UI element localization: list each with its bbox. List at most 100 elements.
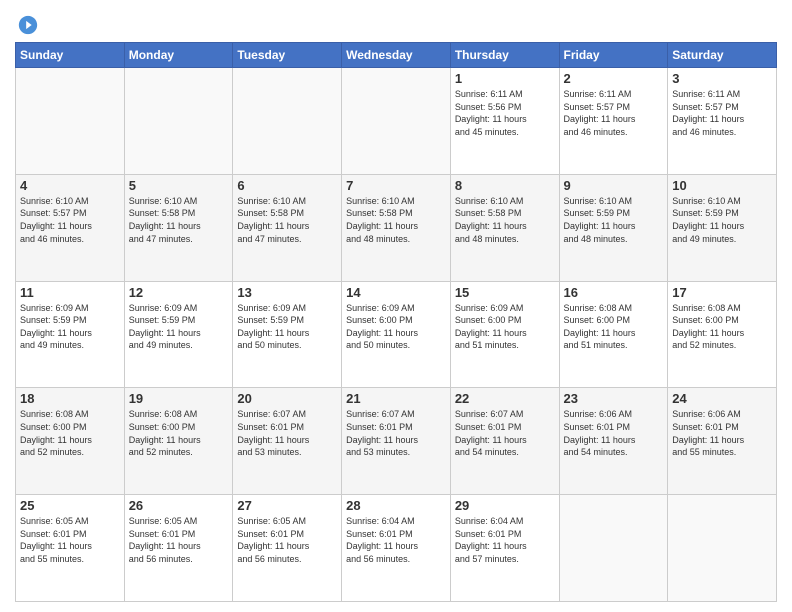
calendar-cell: 28Sunrise: 6:04 AMSunset: 6:01 PMDayligh…: [342, 495, 451, 602]
calendar-cell: 11 Sunrise: 6:09 AMSunset: 5:59 PMDayligh…: [16, 281, 125, 388]
day-number: 16: [564, 285, 664, 300]
day-number: 27: [237, 498, 337, 513]
day-number: 15: [455, 285, 555, 300]
calendar-cell: 26 Sunrise: 6:05 AMSunset: 6:01 PMDayligh…: [124, 495, 233, 602]
day-number: 8: [455, 178, 555, 193]
day-number: 23: [564, 391, 664, 406]
calendar-cell: 13 Sunrise: 6:09 AMSunset: 5:59 PMDayligh…: [233, 281, 342, 388]
day-info: Sunrise: 6:10 AMSunset: 5:58 PMDaylight:…: [129, 195, 229, 245]
calendar-cell: 8 Sunrise: 6:10 AMSunset: 5:58 PMDaylight…: [450, 174, 559, 281]
page: SundayMondayTuesdayWednesdayThursdayFrid…: [0, 0, 792, 612]
day-number: 10: [672, 178, 772, 193]
day-number: 13: [237, 285, 337, 300]
calendar-cell: [559, 495, 668, 602]
day-info: Sunrise: 6:11 AMSunset: 5:57 PMDaylight:…: [672, 88, 772, 138]
calendar-cell: [124, 68, 233, 175]
day-number: 1: [455, 71, 555, 86]
calendar-cell: 15 Sunrise: 6:09 AMSunset: 6:00 PMDayligh…: [450, 281, 559, 388]
calendar-cell: 3 Sunrise: 6:11 AMSunset: 5:57 PMDaylight…: [668, 68, 777, 175]
calendar-cell: 12 Sunrise: 6:09 AMSunset: 5:59 PMDayligh…: [124, 281, 233, 388]
week-row: 11 Sunrise: 6:09 AMSunset: 5:59 PMDayligh…: [16, 281, 777, 388]
day-number: 6: [237, 178, 337, 193]
day-header-monday: Monday: [124, 43, 233, 68]
day-info: Sunrise: 6:10 AMSunset: 5:58 PMDaylight:…: [237, 195, 337, 245]
day-info: Sunrise: 6:06 AMSunset: 6:01 PMDaylight:…: [564, 408, 664, 458]
calendar-cell: [668, 495, 777, 602]
day-number: 14: [346, 285, 446, 300]
day-info: Sunrise: 6:05 AMSunset: 6:01 PMDaylight:…: [129, 515, 229, 565]
calendar-cell: 16Sunrise: 6:08 AMSunset: 6:00 PMDayligh…: [559, 281, 668, 388]
calendar-cell: 9Sunrise: 6:10 AMSunset: 5:59 PMDaylight…: [559, 174, 668, 281]
day-info: Sunrise: 6:07 AMSunset: 6:01 PMDaylight:…: [346, 408, 446, 458]
day-info: Sunrise: 6:09 AMSunset: 6:00 PMDaylight:…: [346, 302, 446, 352]
day-number: 5: [129, 178, 229, 193]
header: [15, 10, 777, 36]
day-number: 19: [129, 391, 229, 406]
calendar-cell: 18 Sunrise: 6:08 AMSunset: 6:00 PMDayligh…: [16, 388, 125, 495]
day-info: Sunrise: 6:08 AMSunset: 6:00 PMDaylight:…: [129, 408, 229, 458]
logo-icon: [17, 14, 39, 36]
day-number: 12: [129, 285, 229, 300]
calendar-cell: 25 Sunrise: 6:05 AMSunset: 6:01 PMDayligh…: [16, 495, 125, 602]
day-info: Sunrise: 6:07 AMSunset: 6:01 PMDaylight:…: [237, 408, 337, 458]
day-info: Sunrise: 6:10 AMSunset: 5:58 PMDaylight:…: [455, 195, 555, 245]
day-number: 18: [20, 391, 120, 406]
calendar-cell: 21 Sunrise: 6:07 AMSunset: 6:01 PMDayligh…: [342, 388, 451, 495]
day-info: Sunrise: 6:11 AMSunset: 5:57 PMDaylight:…: [564, 88, 664, 138]
day-number: 9: [564, 178, 664, 193]
day-number: 7: [346, 178, 446, 193]
calendar-table: SundayMondayTuesdayWednesdayThursdayFrid…: [15, 42, 777, 602]
day-number: 21: [346, 391, 446, 406]
calendar-cell: 14 Sunrise: 6:09 AMSunset: 6:00 PMDayligh…: [342, 281, 451, 388]
calendar-cell: 17 Sunrise: 6:08 AMSunset: 6:00 PMDayligh…: [668, 281, 777, 388]
day-number: 3: [672, 71, 772, 86]
day-number: 11: [20, 285, 120, 300]
day-info: Sunrise: 6:09 AMSunset: 5:59 PMDaylight:…: [237, 302, 337, 352]
day-info: Sunrise: 6:05 AMSunset: 6:01 PMDaylight:…: [237, 515, 337, 565]
day-number: 29: [455, 498, 555, 513]
calendar-cell: 27 Sunrise: 6:05 AMSunset: 6:01 PMDayligh…: [233, 495, 342, 602]
calendar-cell: 1 Sunrise: 6:11 AMSunset: 5:56 PMDaylight…: [450, 68, 559, 175]
day-number: 20: [237, 391, 337, 406]
logo: [15, 14, 39, 36]
day-info: Sunrise: 6:07 AMSunset: 6:01 PMDaylight:…: [455, 408, 555, 458]
day-header-friday: Friday: [559, 43, 668, 68]
day-info: Sunrise: 6:09 AMSunset: 6:00 PMDaylight:…: [455, 302, 555, 352]
day-number: 2: [564, 71, 664, 86]
day-info: Sunrise: 6:10 AMSunset: 5:59 PMDaylight:…: [672, 195, 772, 245]
calendar-cell: 7 Sunrise: 6:10 AMSunset: 5:58 PMDaylight…: [342, 174, 451, 281]
day-number: 24: [672, 391, 772, 406]
day-number: 26: [129, 498, 229, 513]
week-row: 25 Sunrise: 6:05 AMSunset: 6:01 PMDayligh…: [16, 495, 777, 602]
week-row: 18 Sunrise: 6:08 AMSunset: 6:00 PMDayligh…: [16, 388, 777, 495]
day-number: 22: [455, 391, 555, 406]
day-info: Sunrise: 6:04 AMSunset: 6:01 PMDaylight:…: [346, 515, 446, 565]
day-info: Sunrise: 6:08 AMSunset: 6:00 PMDaylight:…: [20, 408, 120, 458]
day-number: 25: [20, 498, 120, 513]
day-info: Sunrise: 6:10 AMSunset: 5:57 PMDaylight:…: [20, 195, 120, 245]
day-number: 4: [20, 178, 120, 193]
day-header-thursday: Thursday: [450, 43, 559, 68]
day-info: Sunrise: 6:10 AMSunset: 5:58 PMDaylight:…: [346, 195, 446, 245]
calendar-cell: 10 Sunrise: 6:10 AMSunset: 5:59 PMDayligh…: [668, 174, 777, 281]
day-info: Sunrise: 6:11 AMSunset: 5:56 PMDaylight:…: [455, 88, 555, 138]
calendar-cell: 2 Sunrise: 6:11 AMSunset: 5:57 PMDaylight…: [559, 68, 668, 175]
calendar-cell: 29 Sunrise: 6:04 AMSunset: 6:01 PMDayligh…: [450, 495, 559, 602]
calendar-header: SundayMondayTuesdayWednesdayThursdayFrid…: [16, 43, 777, 68]
calendar-cell: 20 Sunrise: 6:07 AMSunset: 6:01 PMDayligh…: [233, 388, 342, 495]
calendar-cell: [342, 68, 451, 175]
calendar-cell: [16, 68, 125, 175]
calendar-cell: 22 Sunrise: 6:07 AMSunset: 6:01 PMDayligh…: [450, 388, 559, 495]
day-info: Sunrise: 6:09 AMSunset: 5:59 PMDaylight:…: [129, 302, 229, 352]
day-info: Sunrise: 6:09 AMSunset: 5:59 PMDaylight:…: [20, 302, 120, 352]
day-info: Sunrise: 6:08 AMSunset: 6:00 PMDaylight:…: [672, 302, 772, 352]
day-info: Sunrise: 6:04 AMSunset: 6:01 PMDaylight:…: [455, 515, 555, 565]
calendar-cell: 4 Sunrise: 6:10 AMSunset: 5:57 PMDaylight…: [16, 174, 125, 281]
calendar-body: 1 Sunrise: 6:11 AMSunset: 5:56 PMDaylight…: [16, 68, 777, 602]
calendar-cell: [233, 68, 342, 175]
calendar-cell: 24Sunrise: 6:06 AMSunset: 6:01 PMDayligh…: [668, 388, 777, 495]
calendar-cell: 5 Sunrise: 6:10 AMSunset: 5:58 PMDaylight…: [124, 174, 233, 281]
day-info: Sunrise: 6:05 AMSunset: 6:01 PMDaylight:…: [20, 515, 120, 565]
day-header-tuesday: Tuesday: [233, 43, 342, 68]
day-number: 17: [672, 285, 772, 300]
